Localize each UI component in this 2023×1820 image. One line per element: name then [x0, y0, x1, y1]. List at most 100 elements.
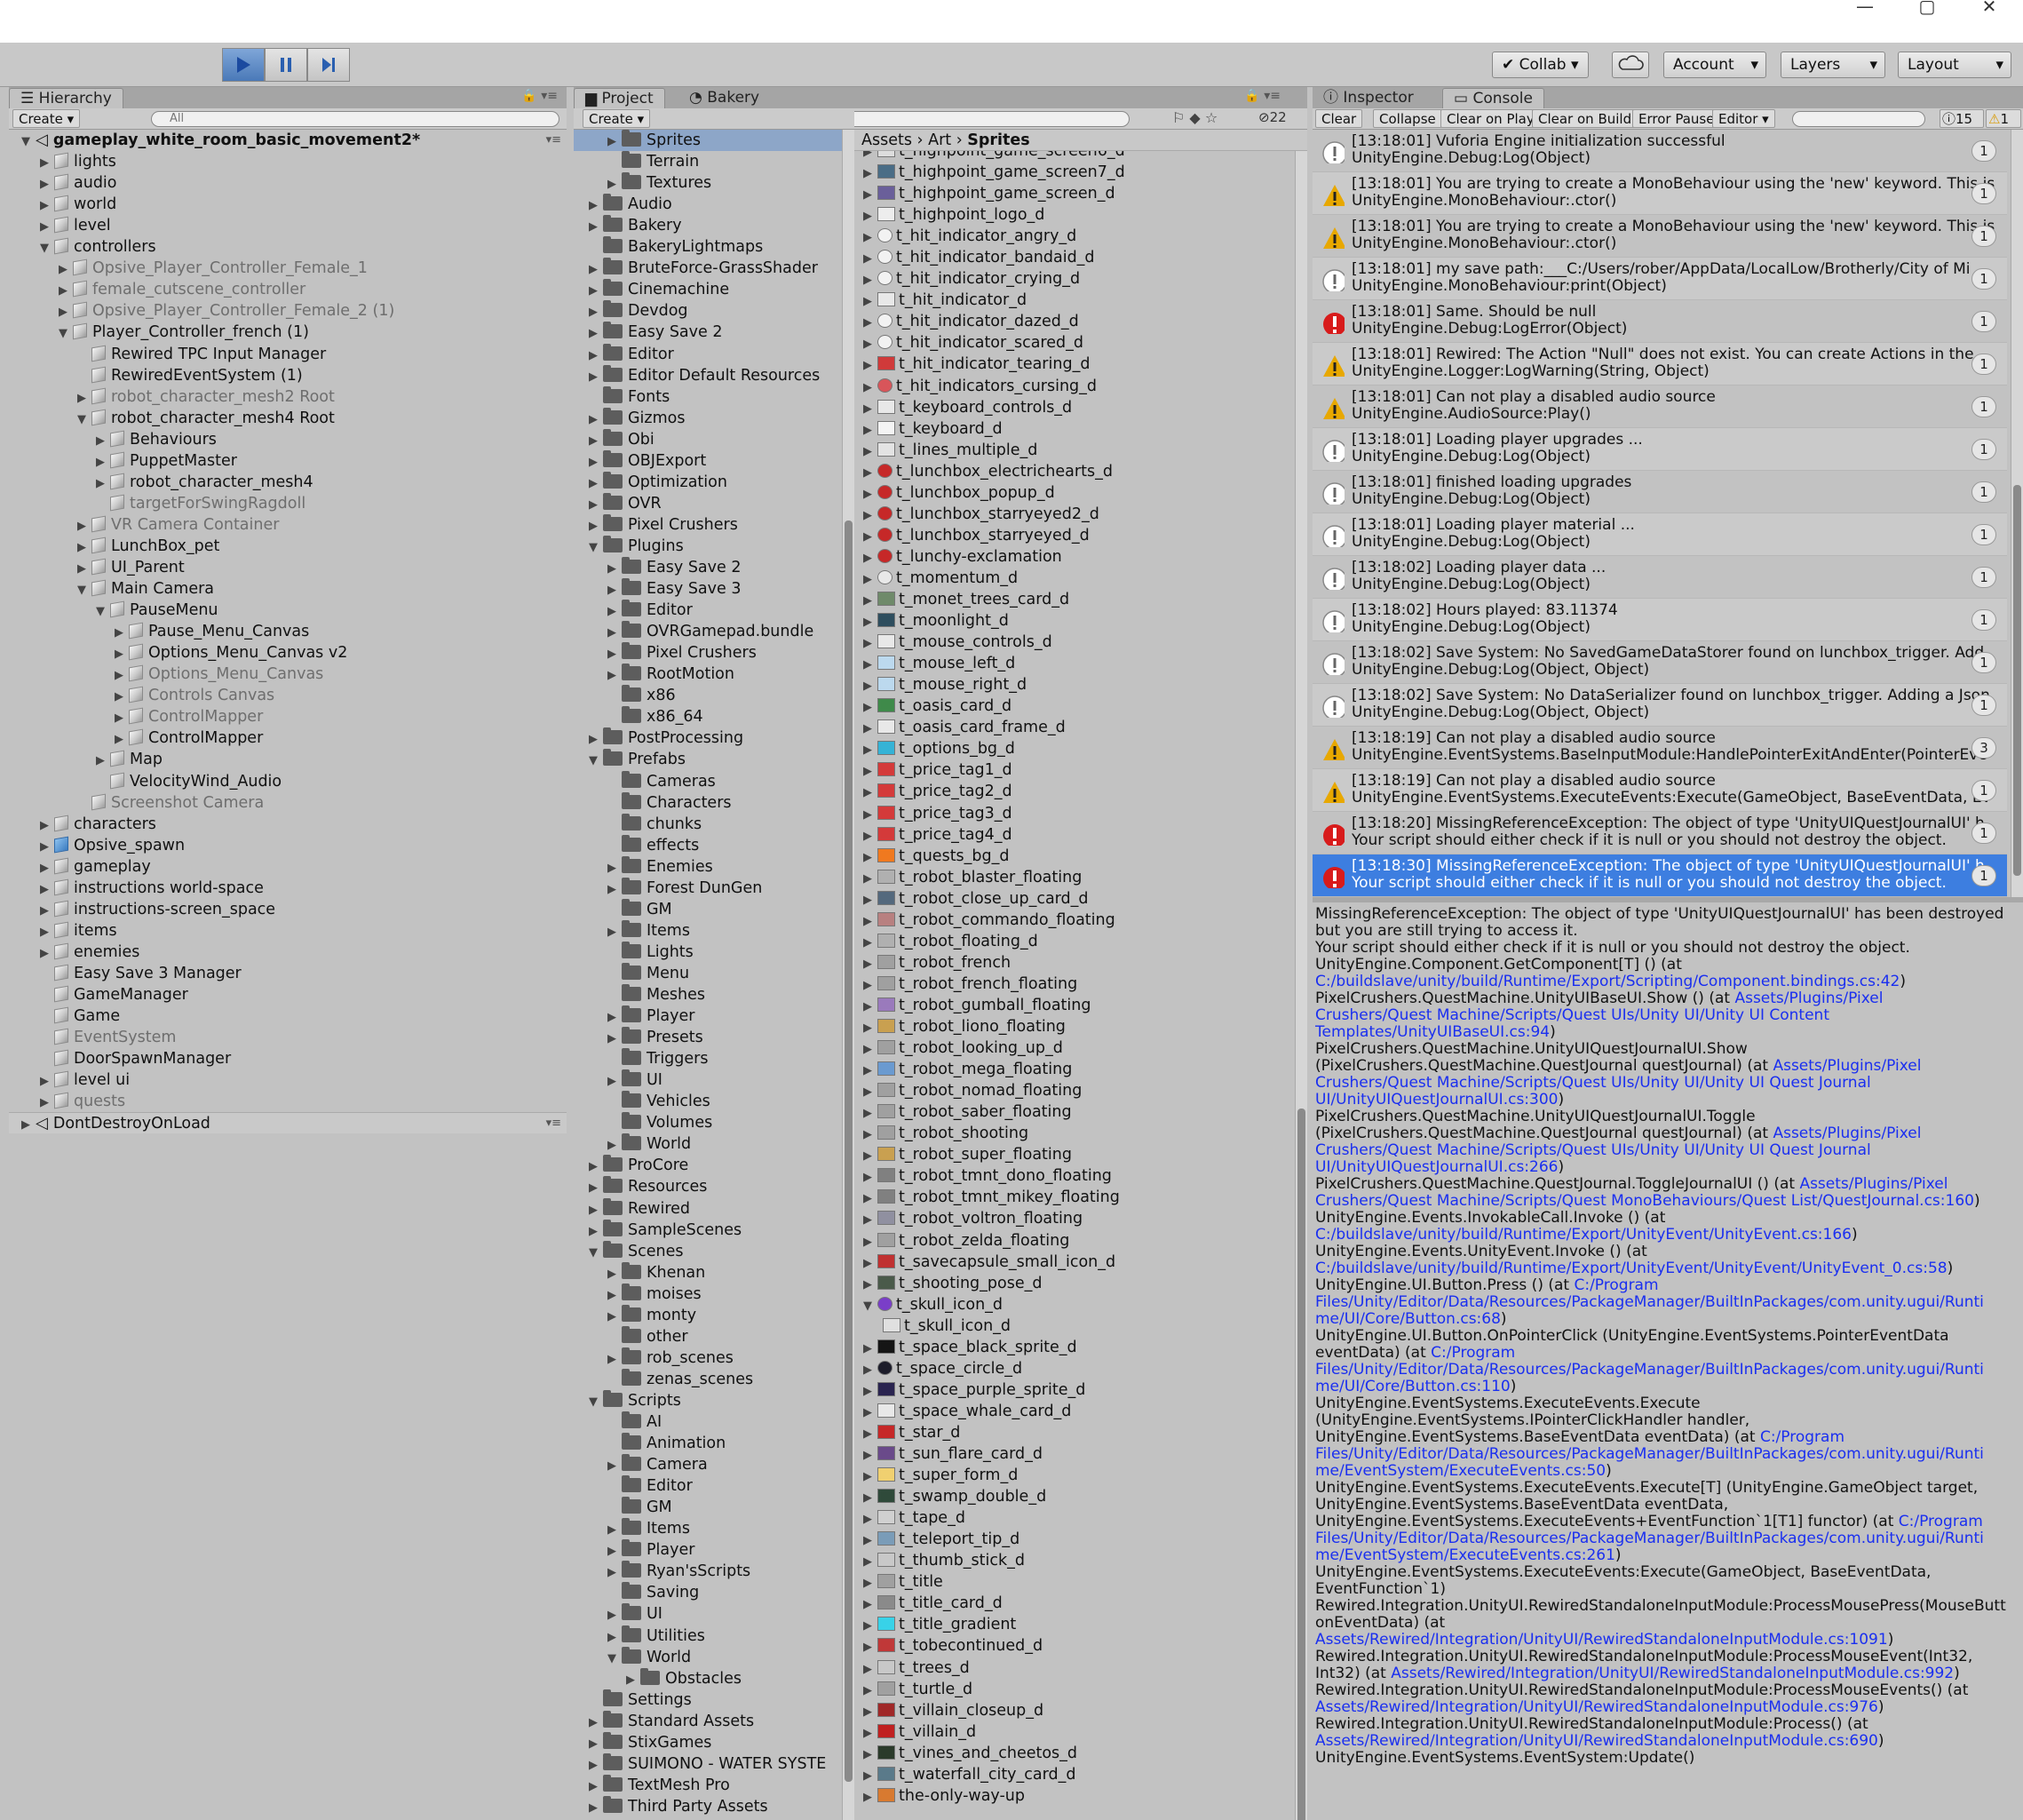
collapsed-arrow-icon[interactable]: ▶	[860, 1530, 876, 1550]
hierarchy-item[interactable]: ▼ controllers	[9, 236, 567, 258]
collapsed-arrow-icon[interactable]: ▶	[36, 815, 52, 835]
folder-item[interactable]: Meshes	[574, 984, 842, 1005]
asset-item[interactable]: ▶ t_title	[854, 1571, 1291, 1593]
play-button[interactable]	[222, 48, 265, 82]
asset-item[interactable]: ▶ t_space_black_sprite_d	[854, 1337, 1291, 1358]
asset-item[interactable]: ▶ t_tobecontinued_d	[854, 1635, 1291, 1657]
stack-trace-link[interactable]: Files/Unity/Editor/Data/Resources/Packag…	[1315, 1530, 1984, 1547]
tab-bakery[interactable]: ◔ Bakery	[678, 88, 770, 108]
asset-item[interactable]: ▶ t_title_gradient	[854, 1614, 1291, 1635]
console-log-entry[interactable]: [13:18:01] finished loading upgrades Unit…	[1313, 471, 2007, 513]
collapsed-arrow-icon[interactable]: ▶	[36, 1093, 52, 1112]
collapsed-arrow-icon[interactable]: ▶	[860, 249, 876, 268]
asset-item[interactable]: ▶ t_star_d	[854, 1422, 1291, 1443]
minimize-icon[interactable]: —	[1838, 0, 1892, 18]
expanded-arrow-icon[interactable]: ▼	[55, 323, 71, 343]
collapsed-arrow-icon[interactable]: ▶	[36, 195, 52, 215]
console-log-entry[interactable]: [13:18:20] MissingReferenceException: Th…	[1313, 812, 2007, 854]
collapsed-arrow-icon[interactable]: ▶	[585, 1776, 601, 1796]
row-menu-icon[interactable]: ▾≡	[546, 130, 561, 151]
console-log-entry[interactable]: [13:18:01] You are trying to create a Mo…	[1313, 172, 2007, 215]
console-log-entry[interactable]: [13:18:01] Vuforia Engine initialization…	[1313, 130, 2007, 172]
asset-item[interactable]: ▶ t_keyboard_d	[854, 418, 1291, 440]
collapsed-arrow-icon[interactable]: ▶	[36, 153, 52, 172]
collapsed-arrow-icon[interactable]: ▶	[860, 1146, 876, 1165]
collapsed-arrow-icon[interactable]: ▶	[860, 869, 876, 888]
collapsed-arrow-icon[interactable]: ▶	[860, 1018, 876, 1037]
collapsed-arrow-icon[interactable]: ▶	[860, 1702, 876, 1721]
collapsed-arrow-icon[interactable]: ▶	[36, 174, 52, 194]
collapsed-arrow-icon[interactable]: ▶	[860, 1744, 876, 1764]
collapsed-arrow-icon[interactable]: ▶	[585, 259, 601, 279]
expanded-arrow-icon[interactable]: ▼	[604, 1649, 620, 1668]
collapsed-arrow-icon[interactable]: ▶	[111, 623, 127, 642]
asset-item[interactable]: ▶ t_lunchbox_starryeyed2_d	[854, 504, 1291, 525]
hierarchy-item[interactable]: Screenshot Camera	[9, 792, 567, 814]
hierarchy-item[interactable]: RewiredEventSystem (1)	[9, 365, 567, 386]
stack-trace-link[interactable]: Assets/Plugins/Pixel	[1773, 1058, 1921, 1075]
console-log-entry[interactable]: [13:18:01] Same. Should be null UnityEngi…	[1313, 300, 2007, 343]
asset-item[interactable]: ▼ t_skull_icon_d	[854, 1294, 1291, 1315]
stack-trace-link[interactable]: C:/buildslave/unity/build/Runtime/Export…	[1315, 1227, 1852, 1244]
expanded-arrow-icon[interactable]: ▼	[74, 409, 90, 429]
folder-item[interactable]: ▶ BruteForce-GrassShader	[574, 258, 842, 279]
collapsed-arrow-icon[interactable]: ▶	[860, 420, 876, 440]
collapsed-arrow-icon[interactable]: ▶	[585, 1156, 601, 1176]
collapsed-arrow-icon[interactable]: ▶	[860, 1594, 876, 1614]
console-log-entry[interactable]: [13:18:30] MissingReferenceException: Th…	[1313, 854, 2007, 897]
stack-trace-link[interactable]: C:/buildslave/unity/build/Runtime/Export…	[1315, 974, 1900, 990]
collapsed-arrow-icon[interactable]: ▶	[585, 729, 601, 749]
collapsed-arrow-icon[interactable]: ▶	[604, 922, 620, 942]
folder-item[interactable]: ▶ Third Party Assets	[574, 1795, 842, 1817]
hierarchy-item[interactable]: ▶ Opsive_spawn	[9, 835, 567, 856]
hierarchy-item[interactable]: ▶ PuppetMaster	[9, 450, 567, 472]
folder-item[interactable]: ▶ UI	[574, 1069, 842, 1091]
folder-item[interactable]: ▶ moises	[574, 1283, 842, 1305]
folder-item[interactable]: ▶ StixGames	[574, 1731, 842, 1753]
asset-item[interactable]: ▶ t_highpoint_logo_d	[854, 204, 1291, 226]
collapsed-arrow-icon[interactable]: ▶	[860, 1424, 876, 1443]
collapsed-arrow-icon[interactable]: ▶	[860, 399, 876, 418]
folder-item[interactable]: Editor	[574, 1475, 842, 1497]
expanded-arrow-icon[interactable]: ▼	[74, 580, 90, 600]
collapsed-arrow-icon[interactable]: ▶	[860, 1445, 876, 1465]
collapsed-arrow-icon[interactable]: ▶	[585, 473, 601, 493]
folder-item[interactable]: ▶ Sprites	[574, 130, 842, 151]
collapsed-arrow-icon[interactable]: ▶	[860, 548, 876, 568]
asset-item[interactable]: ▶ t_thumb_stick_d	[854, 1550, 1291, 1571]
collapsed-arrow-icon[interactable]: ▶	[604, 580, 620, 600]
folder-item[interactable]: ▶ Obi	[574, 428, 842, 450]
asset-item[interactable]: ▶ t_robot_zelda_floating	[854, 1230, 1291, 1252]
hierarchy-item[interactable]: ▶ ControlMapper	[9, 727, 567, 749]
asset-item[interactable]: ▶ t_tape_d	[854, 1507, 1291, 1529]
collapsed-arrow-icon[interactable]: ▶	[860, 1232, 876, 1252]
collapsed-arrow-icon[interactable]: ▶	[860, 1188, 876, 1208]
asset-item[interactable]: ▶ t_highpoint_game_screen_d	[854, 183, 1291, 204]
stack-trace-link[interactable]: Assets/Rewired/Integration/UnityUI/Rewir…	[1315, 1632, 1888, 1649]
asset-item[interactable]: ▶ t_oasis_card_frame_d	[854, 717, 1291, 738]
stack-trace-link[interactable]: Files/Unity/Editor/Data/Resources/Packag…	[1315, 1362, 1984, 1379]
collapsed-arrow-icon[interactable]: ▶	[860, 206, 876, 226]
folder-scroll-thumb[interactable]	[845, 521, 853, 1782]
folder-item[interactable]: ▼ Plugins	[574, 535, 842, 557]
folder-item[interactable]: Animation	[574, 1433, 842, 1454]
folder-item[interactable]: ▶ monty	[574, 1304, 842, 1326]
asset-item[interactable]: ▶ t_hit_indicator_d	[854, 290, 1291, 311]
asset-item[interactable]: ▶ t_robot_super_floating	[854, 1144, 1291, 1165]
collapsed-arrow-icon[interactable]: ▶	[860, 1466, 876, 1486]
collapsed-arrow-icon[interactable]: ▶	[585, 217, 601, 236]
collapsed-arrow-icon[interactable]: ▶	[604, 1029, 620, 1048]
stack-trace-link[interactable]: Assets/Plugins/Pixel	[1773, 1125, 1921, 1142]
collapsed-arrow-icon[interactable]: ▶	[585, 1713, 601, 1732]
collapsed-arrow-icon[interactable]: ▶	[604, 1541, 620, 1561]
folder-item[interactable]: ▶ Editor	[574, 600, 842, 621]
asset-item[interactable]: ▶ t_villain_closeup_d	[854, 1700, 1291, 1721]
folder-item[interactable]: Terrain	[574, 151, 842, 172]
collapsed-arrow-icon[interactable]: ▶	[860, 1082, 876, 1101]
stack-trace-link[interactable]: UI/UnityUIQuestJournalUI.cs:300	[1315, 1092, 1558, 1109]
asset-item[interactable]: ▶ t_savecapsule_small_icon_d	[854, 1252, 1291, 1273]
asset-item[interactable]: t_skull_icon_d	[854, 1315, 1291, 1337]
layout-dropdown[interactable]: Layout ▾	[1898, 52, 2011, 78]
collapsed-arrow-icon[interactable]: ▶	[860, 1681, 876, 1700]
collapsed-arrow-icon[interactable]: ▶	[860, 740, 876, 759]
